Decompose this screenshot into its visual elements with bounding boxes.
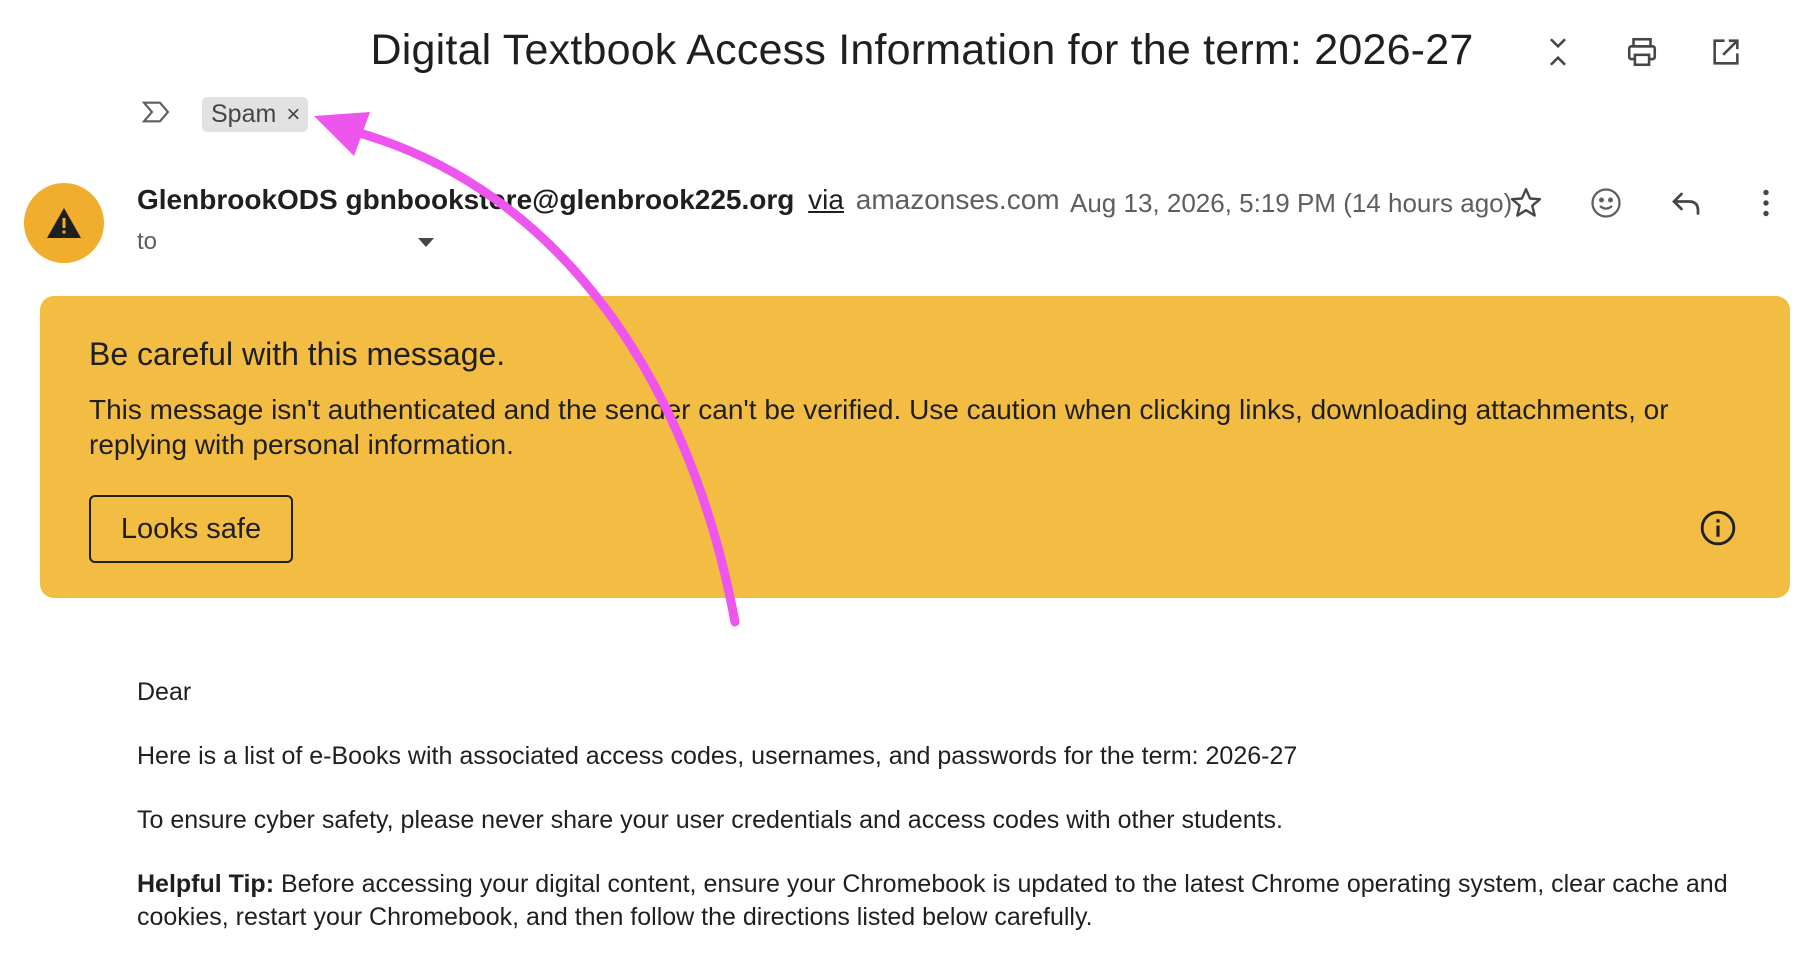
spam-label-text: Spam xyxy=(211,100,277,128)
warning-triangle-icon xyxy=(47,208,81,238)
recipients-dropdown-icon[interactable] xyxy=(418,238,434,247)
star-icon[interactable] xyxy=(1507,184,1545,222)
email-body: Dear Here is a list of e-Books with asso… xyxy=(137,676,1757,956)
message-actions xyxy=(1507,184,1785,222)
helpful-tip-text: Before accessing your digital content, e… xyxy=(137,870,1728,931)
warning-title: Be careful with this message. xyxy=(89,336,506,372)
looks-safe-button[interactable]: Looks safe xyxy=(89,495,293,563)
remove-label-icon[interactable]: × xyxy=(286,102,300,127)
sender-avatar[interactable] xyxy=(24,183,104,263)
email-subject: Digital Textbook Access Information for … xyxy=(370,26,1474,74)
info-icon[interactable] xyxy=(1699,509,1737,547)
helpful-tip-paragraph: Helpful Tip: Before accessing your digit… xyxy=(137,868,1757,934)
open-in-new-window-icon[interactable] xyxy=(1708,34,1744,70)
email-view: Digital Textbook Access Information for … xyxy=(0,0,1804,956)
sender-email[interactable]: gbnbookstore@glenbrook225.org xyxy=(345,184,794,215)
body-paragraph: Here is a list of e-Books with associate… xyxy=(137,742,1298,770)
warning-body: This message isn't authenticated and the… xyxy=(89,394,1669,460)
label-row: Spam × xyxy=(140,96,309,133)
header-actions xyxy=(1540,34,1744,70)
collapse-all-icon[interactable] xyxy=(1540,34,1576,70)
via-domain: amazonses.com xyxy=(855,184,1060,215)
via-link[interactable]: via xyxy=(808,184,844,215)
email-date: Aug 13, 2026, 5:19 PM (14 hours ago) xyxy=(1070,188,1513,218)
sender-name[interactable]: GlenbrookODS xyxy=(137,184,338,215)
helpful-tip-label: Helpful Tip: xyxy=(137,870,275,898)
more-options-icon[interactable] xyxy=(1747,184,1785,222)
body-paragraph: To ensure cyber safety, please never sha… xyxy=(137,806,1283,834)
important-marker-icon[interactable] xyxy=(140,96,172,133)
emoji-reaction-icon[interactable] xyxy=(1587,184,1625,222)
spam-label-chip[interactable]: Spam × xyxy=(202,97,309,132)
print-icon[interactable] xyxy=(1624,34,1660,70)
recipient-line: to xyxy=(137,228,158,255)
reply-icon[interactable] xyxy=(1667,184,1705,222)
sender-line: GlenbrookODS gbnbookstore@glenbrook225.o… xyxy=(137,184,1060,216)
greeting: Dear xyxy=(137,678,192,706)
suspicious-message-warning: Be careful with this message. This messa… xyxy=(40,296,1790,598)
